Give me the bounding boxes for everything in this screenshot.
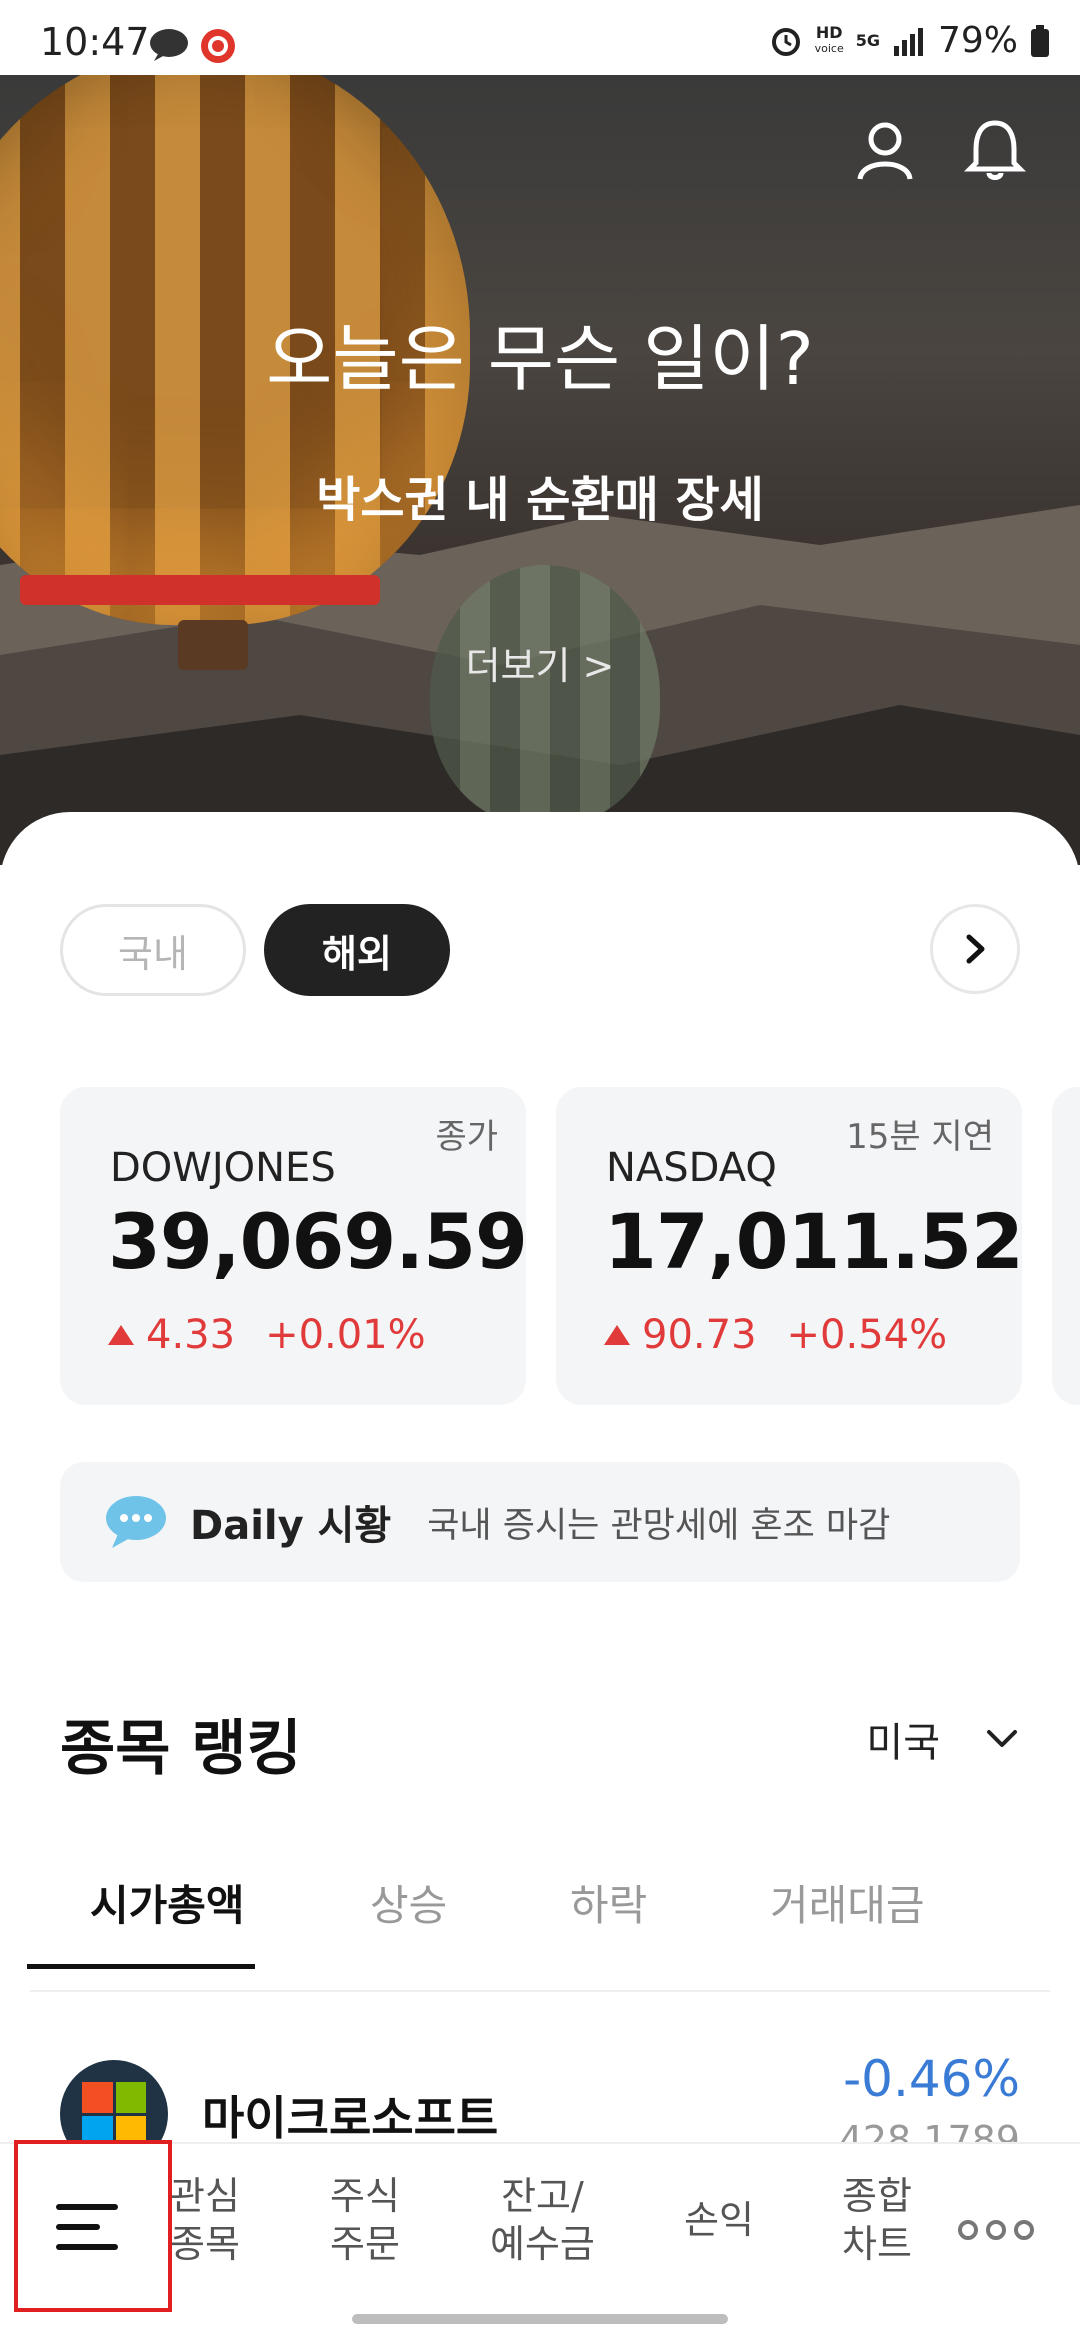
ranking-row[interactable]: 마이크로소프트 -0.46% 428.1789 <box>60 2050 1020 2142</box>
nav-label: 차트 <box>842 2222 912 2266</box>
index-name: DOWJONES <box>110 1145 336 1191</box>
index-change-points: 4.33 <box>146 1312 236 1358</box>
home-indicator[interactable] <box>352 2314 728 2324</box>
network-5g-icon: 5G <box>855 30 880 50</box>
nav-chart[interactable]: 종합 차트 <box>842 2172 912 2268</box>
index-change: 90.73 +0.54% <box>604 1312 947 1358</box>
ranking-tabs: 시가총액 상승 하락 거래대금 <box>30 1872 1050 1992</box>
hero-title: 오늘은 무슨 일이? <box>266 317 814 401</box>
tab-trading-value[interactable]: 거래대금 <box>770 1872 925 1933</box>
index-change-points: 90.73 <box>642 1312 757 1358</box>
profile-icon[interactable] <box>850 115 920 185</box>
nav-label: 주문 <box>330 2222 400 2266</box>
hd-voice-icon: HD voice <box>814 22 844 55</box>
nav-label: 잔고/ <box>501 2174 584 2218</box>
more-icon[interactable] <box>958 2220 1034 2240</box>
index-name: NASDAQ <box>606 1145 777 1191</box>
company-name: 마이크로소프트 <box>202 2091 499 2142</box>
tab-rising[interactable]: 상승 <box>370 1872 447 1933</box>
nav-label: 종목 <box>170 2222 240 2266</box>
tab-falling[interactable]: 하락 <box>570 1872 647 1933</box>
country-selector[interactable]: 미국 <box>866 1710 1020 1768</box>
distant-balloon-image <box>430 565 660 825</box>
status-notification-icons <box>148 28 236 64</box>
status-bar: 10:47 HD voice 5G 79% <box>0 0 1080 75</box>
overseas-toggle[interactable]: 해외 <box>264 904 450 996</box>
hero-subtitle: 박스권 내 순환매 장세 <box>316 472 764 528</box>
microsoft-logo <box>60 2060 168 2142</box>
hero-banner[interactable]: 오늘은 무슨 일이? 박스권 내 순환매 장세 더보기 > <box>0 75 1080 865</box>
daily-market-banner[interactable]: Daily 시황 국내 증시는 관망세에 혼조 마감 <box>60 1462 1020 1582</box>
bottom-navigation: 관심 종목 주식 주문 잔고/ 예수금 손익 종합 차트 <box>0 2140 1080 2340</box>
index-change-percent: +0.54% <box>786 1312 948 1358</box>
alarm-icon <box>771 27 800 56</box>
up-triangle-icon <box>604 1325 630 1345</box>
battery-percent: 79% <box>937 20 1018 61</box>
nav-label: 손익 <box>684 2198 754 2242</box>
chevron-down-icon <box>987 1730 1017 1747</box>
price: 428.1789 <box>838 2118 1020 2142</box>
index-card-dowjones[interactable]: 종가 DOWJONES 39,069.59 4.33 +0.01% <box>60 1087 528 1405</box>
tab-market-cap[interactable]: 시가총액 <box>90 1872 245 1933</box>
nav-label: 예수금 <box>490 2222 595 2266</box>
ranking-title: 종목 랭킹 <box>60 1714 302 1784</box>
messenger-icon <box>150 29 188 61</box>
hero-more-link[interactable]: 더보기 > <box>0 635 1080 690</box>
chat-bubble-icon <box>106 1496 166 1548</box>
index-value: 39,069.59 <box>108 1197 528 1286</box>
nav-label: 주식 <box>330 2174 400 2218</box>
battery-icon <box>1031 24 1049 57</box>
nav-label: 종합 <box>842 2174 912 2218</box>
index-card-next-peek[interactable] <box>1052 1087 1080 1405</box>
nav-profit-loss[interactable]: 손익 <box>684 2196 754 2244</box>
daily-label: Daily 시황 <box>190 1503 392 1549</box>
status-system-icons: HD voice 5G 79% <box>769 20 1050 61</box>
bell-icon[interactable] <box>960 115 1030 185</box>
up-triangle-icon <box>108 1325 134 1345</box>
status-time: 10:47 <box>40 20 150 64</box>
country-label: 미국 <box>866 1720 940 1766</box>
nav-stock-order[interactable]: 주식 주문 <box>330 2172 400 2268</box>
app-q-icon <box>201 29 235 63</box>
menu-icon[interactable] <box>56 2204 118 2264</box>
nav-balance-deposit[interactable]: 잔고/ 예수금 <box>490 2172 595 2268</box>
change-percent: -0.46% <box>843 2050 1020 2108</box>
index-tag: 종가 <box>435 1117 498 1157</box>
nav-watchlist[interactable]: 관심 종목 <box>170 2172 240 2268</box>
domestic-toggle[interactable]: 국내 <box>60 904 246 996</box>
index-card-nasdaq[interactable]: 15분 지연 NASDAQ 17,011.52 90.73 +0.54% <box>556 1087 1024 1405</box>
content-sheet: 국내 해외 종가 DOWJONES 39,069.59 4.33 +0.01% … <box>0 812 1080 2142</box>
index-change-percent: +0.01% <box>265 1312 426 1358</box>
index-tag: 15분 지연 <box>846 1117 994 1157</box>
signal-icon <box>893 27 923 56</box>
nav-label: 관심 <box>170 2174 240 2218</box>
next-button[interactable] <box>930 904 1020 994</box>
index-value: 17,011.52 <box>604 1197 1024 1286</box>
daily-text: 국내 증시는 관망세에 혼조 마감 <box>427 1505 891 1546</box>
active-tab-indicator <box>27 1964 255 1969</box>
index-change: 4.33 +0.01% <box>108 1312 426 1358</box>
chevron-right-icon <box>966 934 985 964</box>
